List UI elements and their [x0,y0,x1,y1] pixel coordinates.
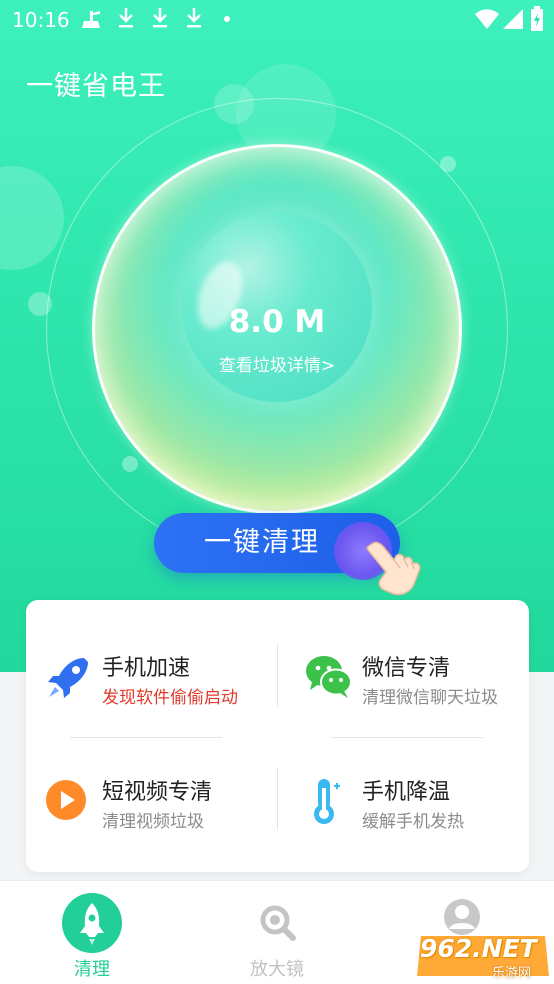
download-icon [153,8,167,28]
tab-label: 放大镜 [250,959,304,980]
download-icon [119,8,133,28]
feature-subtitle: 清理微信聊天垃圾 [362,688,498,708]
divider [70,737,222,738]
battery-icon [531,6,543,31]
tab-clean[interactable]: 清理 [32,881,152,984]
thermometer-icon [314,779,340,824]
signal-icon [503,9,523,29]
feature-subtitle: 清理视频垃圾 [102,812,204,832]
feature-subtitle: 缓解手机发热 [362,812,464,832]
feature-title: 短视频专清 [102,780,213,805]
wechat-icon [306,656,352,698]
watermark-text: 962.NET [420,934,537,963]
divider [277,768,278,830]
watermark-subtext: 乐游网 [492,966,532,981]
wifi-icon [475,9,499,29]
junk-size-value: 8.0 M [228,304,326,340]
rocket-icon [62,893,122,953]
status-time: 10:16 [12,8,70,32]
dot-icon [224,16,230,22]
download-icon [187,8,201,28]
feature-wechat-clean[interactable]: 微信专清 清理微信聊天垃圾 [304,652,524,712]
junk-detail-link[interactable]: 查看垃圾详情> [172,351,382,376]
app-title: 一键省电王 [26,71,166,102]
feature-card: 手机加速 发现软件偷偷启动 微信专清 清理微信聊天垃圾 短视频专清 清理视频垃圾 [26,600,529,872]
tab-label: 清理 [74,959,110,980]
feature-title: 手机加速 [102,656,191,681]
tab-magnifier[interactable]: 放大镜 [217,881,337,984]
feature-subtitle: 发现软件偷偷启动 [102,688,238,708]
feature-title: 微信专清 [362,656,451,681]
broom-icon [82,11,100,28]
decor-bubble [0,166,64,270]
divider [277,644,278,706]
magnifier-icon [260,905,296,941]
rocket-icon [48,658,88,698]
feature-title: 手机降温 [362,780,451,805]
feature-phone-speedup[interactable]: 手机加速 发现软件偷偷启动 [44,652,274,712]
feature-video-clean[interactable]: 短视频专清 清理视频垃圾 [44,776,274,836]
hand-pointer-icon [366,541,421,596]
status-bar: 10:16 [0,0,554,40]
divider [331,737,483,738]
play-icon [46,780,86,820]
feature-phone-cooldown[interactable]: 手机降温 缓解手机发热 [304,776,524,836]
